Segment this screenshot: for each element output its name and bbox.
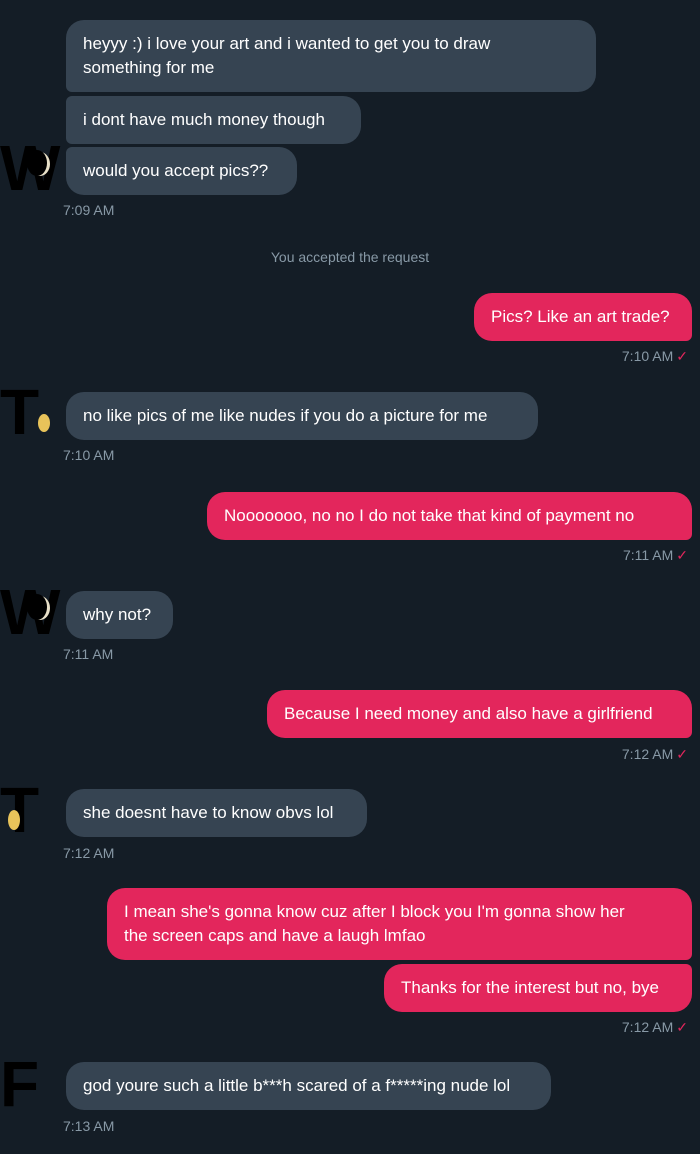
message-timestamp: 7:11 AM ✓ <box>623 546 688 564</box>
outgoing-message[interactable]: Nooooooo, no no I do not take that kind … <box>207 492 692 540</box>
timestamp-text: 7:11 AM <box>622 547 674 563</box>
avatar-scribble: T <box>0 774 40 846</box>
message-timestamp: 7:09 AM <box>63 202 115 218</box>
message-timestamp: 7:12 AM <box>63 845 115 861</box>
incoming-message[interactable]: i dont have much money though <box>66 96 361 144</box>
sender-avatar[interactable]: F <box>0 1052 56 1116</box>
message-timestamp: 7:11 AM <box>63 646 114 662</box>
read-check-icon: ✓ <box>676 547 688 563</box>
sender-avatar[interactable]: T <box>0 380 56 444</box>
moon-shadow <box>27 594 47 620</box>
incoming-message[interactable]: god youre such a little b***h scared of … <box>66 1062 551 1110</box>
read-check-icon: ✓ <box>676 1019 688 1035</box>
sender-avatar[interactable]: T <box>0 778 56 842</box>
moon-icon <box>8 810 20 830</box>
incoming-message[interactable]: she doesnt have to know obvs lol <box>66 789 367 837</box>
message-timestamp: 7:10 AM ✓ <box>622 347 688 365</box>
system-notice: You accepted the request <box>270 249 430 265</box>
outgoing-message[interactable]: Thanks for the interest but no, bye <box>384 964 692 1012</box>
sender-avatar[interactable]: W <box>0 136 60 200</box>
incoming-message[interactable]: why not? <box>66 591 173 639</box>
incoming-message[interactable]: no like pics of me like nudes if you do … <box>66 392 538 440</box>
message-timestamp: 7:12 AM ✓ <box>622 745 688 763</box>
avatar-scribble: T <box>0 376 40 448</box>
message-timestamp: 7:13 AM <box>63 1118 115 1134</box>
timestamp-text: 7:12 AM <box>621 746 674 762</box>
outgoing-message[interactable]: Pics? Like an art trade? <box>474 293 692 341</box>
incoming-message[interactable]: heyyy :) i love your art and i wanted to… <box>66 20 596 92</box>
timestamp-text: 7:10 AM <box>621 348 674 364</box>
incoming-message[interactable]: would you accept pics?? <box>66 147 297 195</box>
moon-shadow <box>27 150 47 176</box>
moon-icon <box>38 414 50 432</box>
message-timestamp: 7:12 AM ✓ <box>622 1018 688 1036</box>
outgoing-message[interactable]: Because I need money and also have a gir… <box>267 690 692 738</box>
avatar-scribble: F <box>0 1048 40 1120</box>
message-timestamp: 7:10 AM <box>63 447 115 463</box>
sender-avatar[interactable]: W <box>0 580 60 644</box>
outgoing-message[interactable]: I mean she's gonna know cuz after I bloc… <box>107 888 692 960</box>
read-check-icon: ✓ <box>676 746 688 762</box>
read-check-icon: ✓ <box>676 348 688 364</box>
timestamp-text: 7:12 AM <box>621 1019 674 1035</box>
